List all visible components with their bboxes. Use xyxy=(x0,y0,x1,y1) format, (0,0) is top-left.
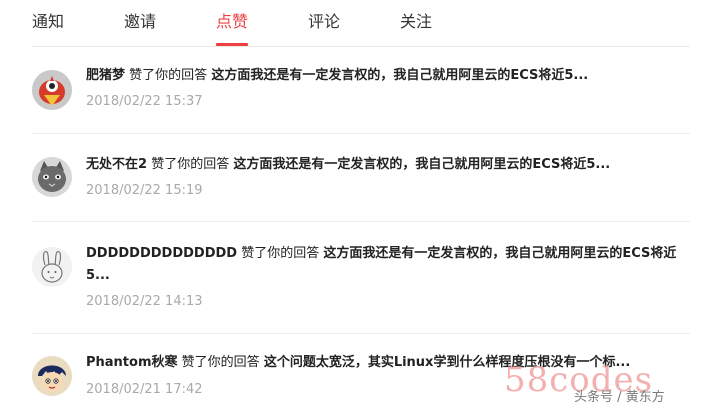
item-divider xyxy=(32,221,690,222)
answer-snippet-link[interactable]: 这方面我还是有一定发言权的，我自己就用阿里云的ECS将近5... xyxy=(211,68,588,83)
user-name[interactable]: 肥猪梦 xyxy=(86,68,125,83)
tab-follows[interactable]: 关注 xyxy=(400,11,432,33)
tab-comments[interactable]: 评论 xyxy=(308,11,340,33)
item-divider xyxy=(32,133,690,134)
user-name[interactable]: 无处不在2 xyxy=(86,157,147,172)
notification-text: 无处不在2 赞了你的回答 这方面我还是有一定发言权的，我自己就用阿里云的ECS将… xyxy=(86,154,686,176)
action-text: 赞了你的回答 xyxy=(241,246,320,261)
cat-avatar[interactable] xyxy=(32,157,72,197)
item-divider xyxy=(32,333,690,334)
timestamp: 2018/02/22 14:13 xyxy=(86,294,203,309)
user-name[interactable]: DDDDDDDDDDDDDD xyxy=(86,246,237,261)
timestamp: 2018/02/21 17:42 xyxy=(86,382,203,397)
tab-likes[interactable]: 点赞 xyxy=(216,11,248,33)
tab-notice[interactable]: 通知 xyxy=(32,11,64,33)
action-text: 赞了你的回答 xyxy=(181,355,260,370)
source-watermark: 头条号 / 黄东方 xyxy=(574,390,665,405)
action-text: 赞了你的回答 xyxy=(129,68,208,83)
user-name[interactable]: Phantom秋寒 xyxy=(86,355,178,370)
notification-tabs: 通知 邀请 点赞 评论 关注 xyxy=(0,0,705,46)
action-text: 赞了你的回答 xyxy=(151,157,230,172)
tab-invite[interactable]: 邀请 xyxy=(124,11,156,33)
rabbit-sketch-avatar[interactable] xyxy=(32,247,72,287)
cartoon-boy-avatar[interactable] xyxy=(32,356,72,396)
tabs-divider xyxy=(32,46,690,47)
timestamp: 2018/02/22 15:37 xyxy=(86,94,203,109)
timestamp: 2018/02/22 15:19 xyxy=(86,183,203,198)
notification-text: 肥猪梦 赞了你的回答 这方面我还是有一定发言权的，我自己就用阿里云的ECS将近5… xyxy=(86,65,686,87)
notification-text: DDDDDDDDDDDDDD 赞了你的回答 这方面我还是有一定发言权的，我自己就… xyxy=(86,243,686,287)
bird-avatar[interactable] xyxy=(32,70,72,110)
answer-snippet-link[interactable]: 这方面我还是有一定发言权的，我自己就用阿里云的ECS将近5... xyxy=(233,157,610,172)
